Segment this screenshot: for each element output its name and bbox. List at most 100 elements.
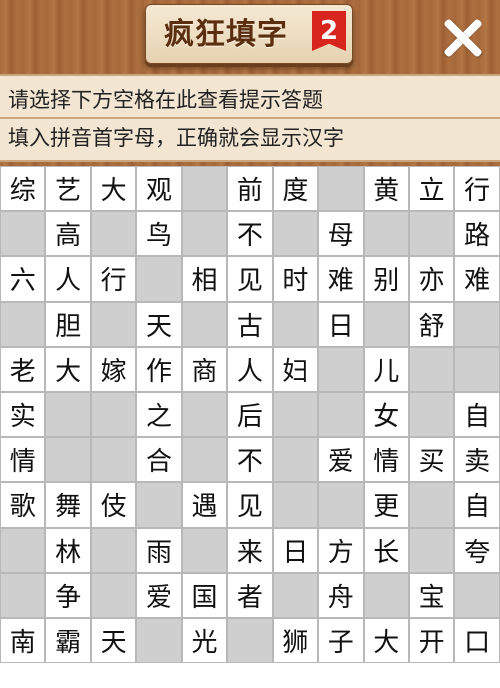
grid-cell[interactable]: 爱 [318, 437, 364, 483]
grid-cell[interactable]: 古 [227, 301, 273, 347]
blocked-cell [272, 572, 319, 618]
grid-cell[interactable]: 老 [0, 346, 46, 392]
grid-cell[interactable]: 嫁 [90, 346, 137, 392]
blocked-cell [0, 572, 46, 618]
grid-cell[interactable]: 行 [90, 256, 137, 302]
grid-cell[interactable]: 情 [0, 437, 46, 483]
hint-line-select: 请选择下方空格在此查看提示答题 [8, 88, 323, 112]
grid-cell[interactable]: 难 [318, 256, 364, 302]
blocked-cell [45, 391, 91, 438]
grid-cell[interactable]: 南 [0, 617, 46, 664]
grid-cell[interactable]: 见 [227, 256, 273, 302]
grid-cell[interactable]: 观 [136, 166, 182, 212]
grid-cell[interactable]: 狮 [272, 617, 319, 664]
blocked-cell [0, 211, 46, 257]
grid-cell[interactable]: 人 [227, 346, 273, 392]
grid-cell[interactable]: 夸 [454, 527, 500, 573]
grid-cell[interactable]: 自 [454, 391, 500, 438]
grid-cell[interactable]: 情 [363, 437, 409, 483]
grid-cell[interactable]: 口 [454, 617, 500, 664]
grid-cell[interactable]: 度 [272, 166, 319, 212]
grid-cell[interactable]: 卖 [454, 437, 500, 483]
blocked-cell [318, 346, 364, 392]
grid-cell[interactable]: 买 [408, 437, 455, 483]
grid-cell[interactable]: 更 [363, 482, 409, 528]
grid-cell[interactable]: 女 [363, 391, 409, 438]
grid-cell[interactable]: 雨 [136, 527, 182, 573]
grid-cell[interactable]: 胆 [45, 301, 91, 347]
grid-cell[interactable]: 长 [363, 527, 409, 573]
grid-cell[interactable]: 大 [90, 166, 137, 212]
blocked-cell [90, 301, 137, 347]
grid-cell[interactable]: 开 [408, 617, 455, 664]
grid-cell[interactable]: 子 [318, 617, 364, 664]
grid-cell[interactable]: 舒 [408, 301, 455, 347]
grid-cell[interactable]: 高 [45, 211, 91, 257]
grid-cell[interactable]: 不 [227, 437, 273, 483]
grid-cell[interactable]: 立 [408, 166, 455, 212]
grid-cell[interactable]: 国 [181, 572, 228, 618]
grid-cell[interactable]: 妇 [272, 346, 319, 392]
grid-cell[interactable]: 作 [136, 346, 182, 392]
blocked-cell [454, 572, 500, 618]
grid-cell[interactable]: 爱 [136, 572, 182, 618]
grid-cell[interactable]: 林 [45, 527, 91, 573]
grid-cell[interactable]: 路 [454, 211, 500, 257]
grid-cell[interactable]: 舟 [318, 572, 364, 618]
grid-cell[interactable]: 日 [318, 301, 364, 347]
grid-cell[interactable]: 争 [45, 572, 91, 618]
blocked-cell [45, 437, 91, 483]
grid-cell[interactable]: 商 [181, 346, 228, 392]
grid-cell[interactable]: 日 [272, 527, 319, 573]
grid-cell[interactable]: 艺 [45, 166, 91, 212]
grid-cell[interactable]: 鸟 [136, 211, 182, 257]
grid-cell[interactable]: 儿 [363, 346, 409, 392]
close-icon[interactable] [440, 16, 484, 60]
grid-cell[interactable]: 宝 [408, 572, 455, 618]
grid-cell[interactable]: 人 [45, 256, 91, 302]
grid-cell[interactable]: 时 [272, 256, 319, 302]
blocked-cell [318, 166, 364, 212]
grid-cell[interactable]: 母 [318, 211, 364, 257]
blocked-cell [181, 391, 228, 438]
header-bar: 疯狂填字 2 [0, 0, 500, 74]
blocked-cell [0, 527, 46, 573]
grid-cell[interactable]: 来 [227, 527, 273, 573]
grid-cell[interactable]: 光 [181, 617, 228, 664]
blocked-cell [272, 482, 319, 528]
grid-cell[interactable]: 不 [227, 211, 273, 257]
blocked-cell [272, 437, 319, 483]
grid-cell[interactable]: 方 [318, 527, 364, 573]
grid-cell[interactable]: 综 [0, 166, 46, 212]
blocked-cell [181, 211, 228, 257]
grid-cell[interactable]: 霸 [45, 617, 91, 664]
grid-cell[interactable]: 黄 [363, 166, 409, 212]
grid-cell[interactable]: 难 [454, 256, 500, 302]
grid-cell[interactable]: 大 [363, 617, 409, 664]
blocked-cell [408, 527, 455, 573]
grid-cell[interactable]: 伎 [90, 482, 137, 528]
grid-cell[interactable]: 相 [181, 256, 228, 302]
grid-cell[interactable]: 天 [136, 301, 182, 347]
grid-cell[interactable]: 者 [227, 572, 273, 618]
grid-cell[interactable]: 行 [454, 166, 500, 212]
crossword-grid: 综艺大观前度黄立行高鸟不母路六人行相见时难别亦难胆天古日舒老大嫁作商人妇儿实之后… [0, 166, 500, 688]
grid-cell[interactable]: 舞 [45, 482, 91, 528]
grid-cell[interactable]: 六 [0, 256, 46, 302]
grid-cell[interactable]: 之 [136, 391, 182, 438]
grid-cell[interactable]: 见 [227, 482, 273, 528]
grid-cell[interactable]: 大 [45, 346, 91, 392]
grid-cell[interactable]: 天 [90, 617, 137, 664]
grid-cell[interactable]: 别 [363, 256, 409, 302]
grid-cell[interactable]: 自 [454, 482, 500, 528]
grid-cell[interactable]: 实 [0, 391, 46, 438]
grid-cell[interactable]: 亦 [408, 256, 455, 302]
grid-cell[interactable]: 前 [227, 166, 273, 212]
grid-cell[interactable]: 遇 [181, 482, 228, 528]
blocked-cell [90, 572, 137, 618]
blocked-cell [363, 211, 409, 257]
blocked-cell [318, 391, 364, 438]
grid-cell[interactable]: 歌 [0, 482, 46, 528]
grid-cell[interactable]: 合 [136, 437, 182, 483]
grid-cell[interactable]: 后 [227, 391, 273, 438]
